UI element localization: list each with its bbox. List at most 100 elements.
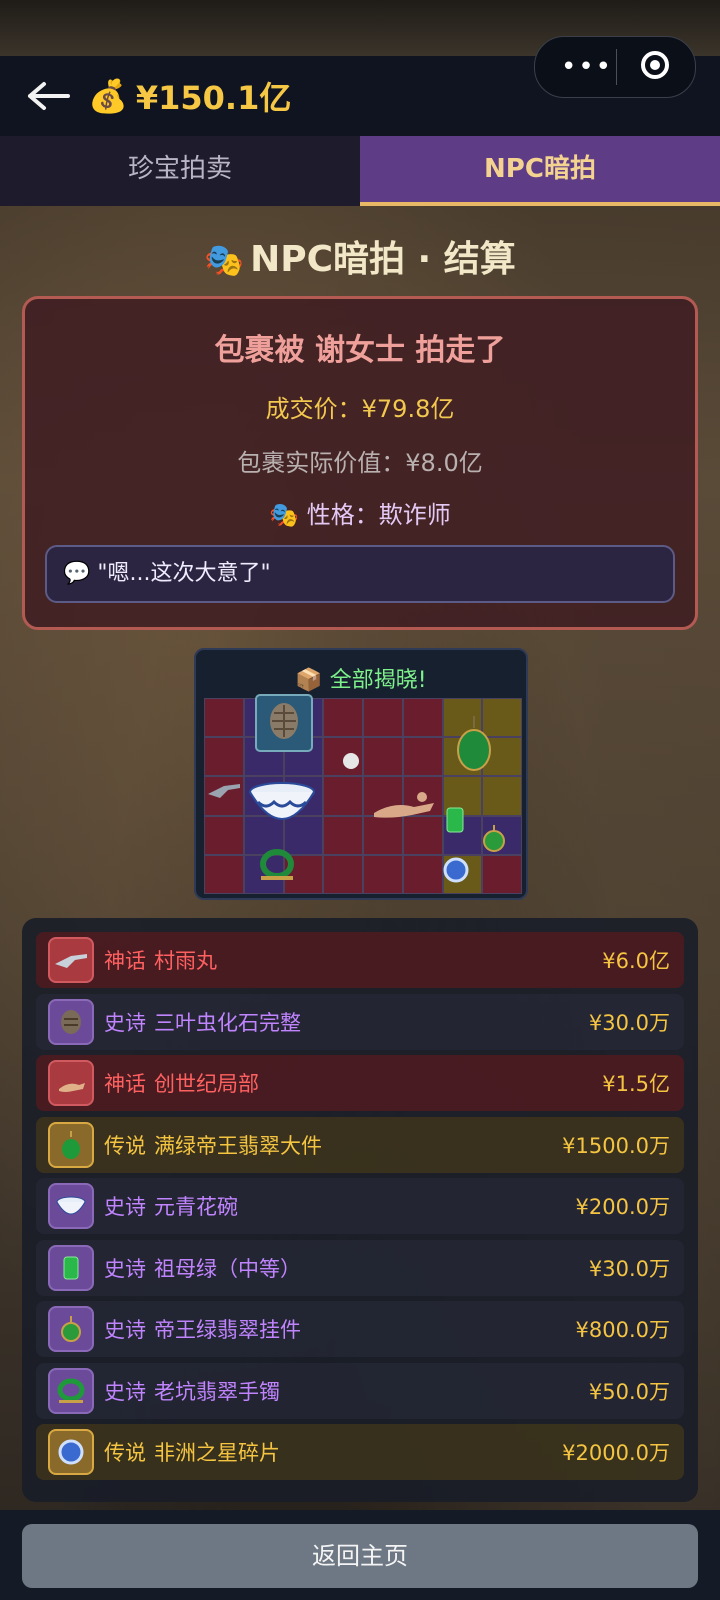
reveal-title: 📦 全部揭晓! — [196, 662, 526, 694]
item-name: 帝王绿翡翠挂件 — [154, 1318, 301, 1342]
item-rarity: 史诗 — [104, 1379, 146, 1404]
money-amount: ¥150.1亿 — [135, 79, 292, 117]
fossil-icon — [252, 690, 316, 756]
grid-cell — [482, 854, 522, 894]
item-label: 传说 满绿帝王翡翠大件 — [104, 1130, 322, 1160]
jade-icon — [48, 1121, 94, 1168]
page-title: 🎭 NPC暗拍 · 结算 — [0, 230, 720, 282]
item-rarity: 传说 — [104, 1441, 146, 1465]
item-label: 传说 非洲之星碎片 — [104, 1437, 280, 1467]
diamond-icon — [48, 1429, 94, 1475]
item-rarity: 神话 — [104, 949, 146, 973]
item-row: 神话 村雨丸 ¥6.0亿 — [36, 932, 684, 988]
mini-program-capsule: ••• — [534, 36, 696, 98]
item-name: 非洲之星碎片 — [154, 1441, 280, 1465]
item-label: 神话 创世纪局部 — [104, 1068, 259, 1098]
painting-icon — [48, 1060, 94, 1106]
return-home-button[interactable]: 返回主页 — [22, 1524, 698, 1588]
diamond-icon — [438, 852, 474, 888]
grid-cell — [323, 854, 363, 894]
theater-masks-icon: 🎭 — [204, 241, 245, 279]
winner-headline: 包裹被 谢女士 拍走了 — [214, 333, 506, 368]
item-rarity: 神话 — [104, 1072, 146, 1096]
grid-cell — [323, 698, 363, 738]
grid-cell — [402, 698, 443, 738]
deal-price: 成交价：¥79.8亿 — [265, 395, 455, 423]
emerald-icon — [48, 1244, 94, 1291]
porcelain-bowl-icon — [244, 774, 320, 834]
item-price: ¥1.5亿 — [602, 1072, 670, 1096]
emerald-icon — [442, 802, 468, 838]
item-name: 老坑翡翠手镯 — [154, 1379, 280, 1404]
grid-cell — [204, 815, 244, 855]
item-row: 史诗 三叶虫化石完整 ¥30.0万 — [36, 993, 684, 1050]
pendant-icon — [48, 1306, 94, 1352]
settlement-card: 包裹被 谢女士 拍走了 成交价：¥79.8亿 包裹实际价值：¥8.0亿 🎭 性格… — [22, 296, 698, 630]
theater-masks-icon: 🎭 — [269, 501, 300, 529]
item-row: 史诗 元青花碗 ¥200.0万 — [36, 1178, 684, 1234]
bottom-bar: 返回主页 — [0, 1510, 720, 1600]
more-menu-button[interactable]: ••• — [557, 53, 617, 81]
item-label: 史诗 祖母绿（中等） — [104, 1253, 301, 1283]
item-rarity: 史诗 — [104, 1318, 146, 1342]
item-rarity: 史诗 — [104, 1010, 146, 1035]
item-name: 村雨丸 — [154, 949, 217, 973]
bracelet-icon — [48, 1367, 94, 1414]
money-bag-icon: 💰 — [88, 77, 128, 115]
item-label: 史诗 三叶虫化石完整 — [104, 1007, 301, 1037]
porcelain-bowl-icon — [48, 1183, 94, 1229]
item-name: 祖母绿（中等） — [154, 1256, 301, 1281]
item-price: ¥6.0亿 — [602, 949, 670, 973]
item-rarity: 史诗 — [104, 1195, 146, 1219]
capsule-divider — [616, 49, 617, 85]
item-name: 元青花碗 — [154, 1195, 238, 1219]
grid-cell — [323, 815, 363, 855]
item-rarity: 史诗 — [104, 1256, 146, 1281]
npc-quote-text: "嗯...这次大意了" — [97, 561, 271, 586]
actual-value: 包裹实际价值：¥8.0亿 — [237, 449, 483, 477]
rifle-icon — [48, 937, 94, 983]
grid-cell — [482, 776, 522, 816]
bracelet-icon — [254, 846, 300, 884]
npc-quote-bubble: 💬 "嗯...这次大意了" — [45, 545, 675, 603]
item-price: ¥1500.0万 — [562, 1133, 670, 1158]
tab-npc-blind-auction[interactable]: NPC暗拍 — [360, 136, 720, 206]
item-label: 史诗 帝王绿翡翠挂件 — [104, 1314, 301, 1344]
item-row: 传说 满绿帝王翡翠大件 ¥1500.0万 — [36, 1116, 684, 1173]
money-display: 💰 ¥150.1亿 — [88, 74, 291, 118]
grid-cell — [323, 776, 363, 816]
item-price: ¥2000.0万 — [562, 1441, 670, 1465]
item-row: 史诗 帝王绿翡翠挂件 ¥800.0万 — [36, 1301, 684, 1357]
item-row: 神话 创世纪局部 ¥1.5亿 — [36, 1055, 684, 1111]
painting-icon — [362, 770, 442, 826]
item-price: ¥30.0万 — [588, 1256, 670, 1281]
grid-cell — [363, 854, 403, 894]
grid-cell — [204, 698, 244, 738]
item-price: ¥30.0万 — [588, 1010, 670, 1035]
jade-icon — [444, 706, 504, 782]
item-name: 创世纪局部 — [154, 1072, 259, 1096]
tab-treasure-auction[interactable]: 珍宝拍卖 — [0, 136, 360, 206]
item-row: 史诗 老坑翡翠手镯 ¥50.0万 — [36, 1362, 684, 1419]
item-row: 史诗 祖母绿（中等） ¥30.0万 — [36, 1239, 684, 1296]
item-name: 三叶虫化石完整 — [154, 1010, 301, 1035]
grid-cell — [204, 854, 244, 894]
item-price: ¥800.0万 — [575, 1318, 670, 1342]
grid-cell — [363, 698, 403, 738]
item-list: 神话 村雨丸 ¥6.0亿 史诗 三叶虫化石完整 ¥30.0万 神话 创世纪局部 ¥1.5亿 传说满… — [22, 918, 698, 1502]
pendant-icon — [478, 820, 510, 856]
item-row: 传说 非洲之星碎片 ¥2000.0万 — [36, 1424, 684, 1480]
tab-bar: 珍宝拍卖 NPC暗拍 — [0, 136, 720, 206]
close-target-icon[interactable] — [641, 51, 669, 79]
back-arrow-icon[interactable] — [24, 74, 72, 118]
item-price: ¥50.0万 — [588, 1379, 670, 1404]
item-label: 史诗 老坑翡翠手镯 — [104, 1376, 280, 1406]
reveal-title-text: 全部揭晓! — [329, 668, 427, 693]
item-label: 神话 村雨丸 — [104, 945, 217, 975]
page-title-text: NPC暗拍 · 结算 — [250, 239, 516, 280]
grid-cell — [402, 854, 443, 894]
figure-icon — [338, 750, 364, 776]
item-price: ¥200.0万 — [575, 1195, 670, 1219]
speech-bubble-icon: 💬 — [63, 561, 91, 586]
item-name: 满绿帝王翡翠大件 — [154, 1133, 322, 1158]
